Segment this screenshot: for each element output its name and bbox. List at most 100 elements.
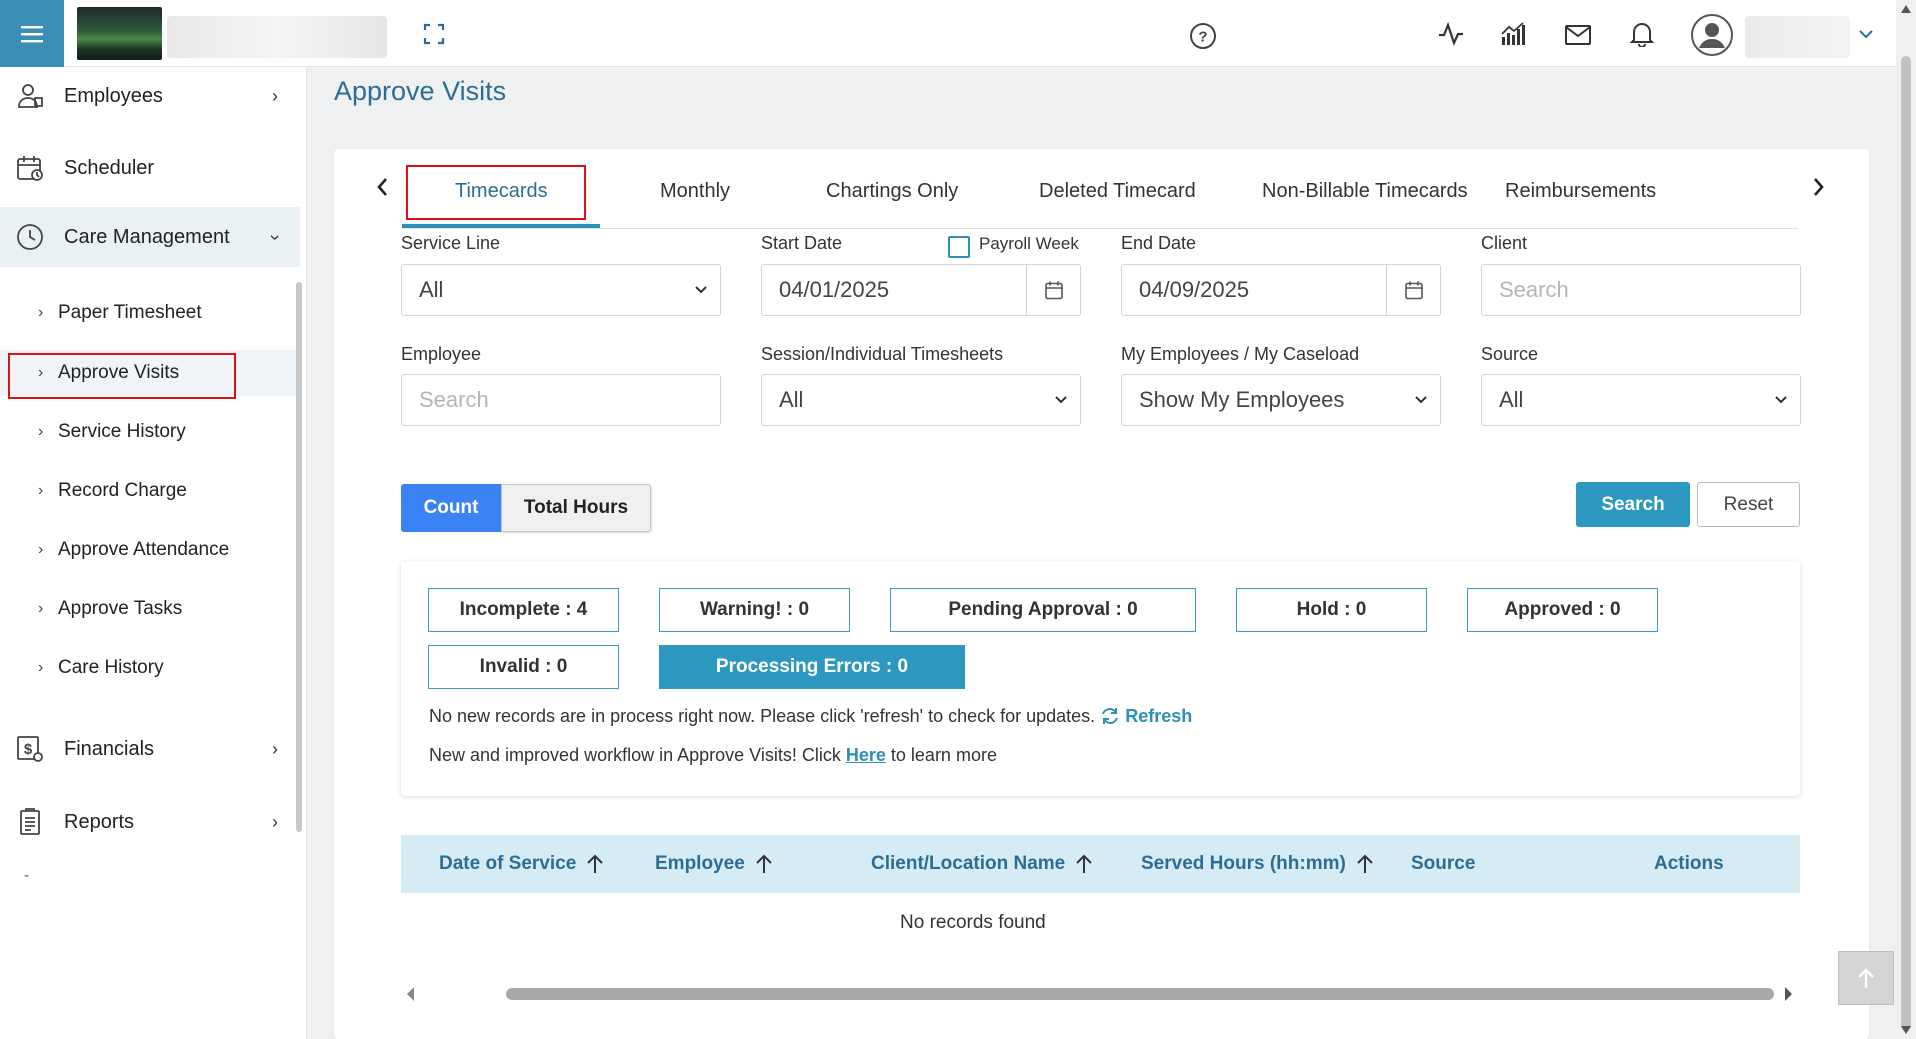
chevron-right-icon: › <box>38 659 44 676</box>
payroll-week-checkbox[interactable] <box>948 236 970 258</box>
end-date-input[interactable]: 04/09/2025 <box>1121 264 1441 316</box>
sidebar-subitem-care-history[interactable]: › Care History <box>0 645 296 691</box>
horizontal-scrollbar-thumb[interactable] <box>506 988 1774 1000</box>
start-date-input[interactable]: 04/01/2025 <box>761 264 1081 316</box>
calendar-icon <box>17 156 43 181</box>
sidebar-item-scheduler[interactable]: Scheduler <box>0 139 300 197</box>
end-date-calendar-button[interactable] <box>1386 265 1440 315</box>
back-to-top-button[interactable] <box>1838 951 1894 1005</box>
analytics-icon[interactable] <box>1498 19 1528 49</box>
tab-reimbursements[interactable]: Reimbursements <box>1505 180 1656 203</box>
mail-icon[interactable] <box>1562 20 1594 50</box>
bell-icon[interactable] <box>1626 18 1658 50</box>
status-warning-button[interactable]: Warning! : 0 <box>659 588 850 632</box>
chevron-right-icon: › <box>38 541 44 558</box>
fullscreen-icon[interactable] <box>418 20 450 48</box>
client-label: Client <box>1481 233 1528 253</box>
sidebar-subitem-approve-tasks[interactable]: › Approve Tasks <box>0 586 296 632</box>
column-header-source[interactable]: Source <box>1411 853 1475 875</box>
service-line-label: Service Line <box>401 233 501 253</box>
scroll-down-arrow-icon[interactable] <box>1900 1025 1912 1035</box>
annotation-highlight-box <box>8 353 236 399</box>
sidebar-item-financials[interactable]: $ Financials › <box>0 720 300 778</box>
tab-monthly[interactable]: Monthly <box>660 180 730 203</box>
count-toggle-button[interactable]: Count <box>401 484 501 532</box>
search-button[interactable]: Search <box>1576 482 1690 527</box>
menu-button[interactable] <box>0 0 64 67</box>
sidebar-more-indicator: - <box>24 867 30 884</box>
total-hours-toggle-button[interactable]: Total Hours <box>501 484 651 532</box>
sidebar-subitem-approve-attendance[interactable]: › Approve Attendance <box>0 527 296 573</box>
sidebar-subitem-label: Approve Attendance <box>58 539 230 560</box>
caseload-select[interactable]: Show My Employees <box>1121 374 1441 426</box>
chevron-down-icon[interactable] <box>1856 24 1876 44</box>
chevron-down-icon <box>1775 396 1787 404</box>
refresh-link[interactable]: Refresh <box>1100 706 1192 726</box>
source-select[interactable]: All <box>1481 374 1801 426</box>
tab-non-billable-timecards[interactable]: Non-Billable Timecards <box>1262 180 1468 203</box>
chevron-right-icon: › <box>38 600 44 617</box>
chevron-right-icon <box>1814 178 1824 196</box>
status-hold-button[interactable]: Hold : 0 <box>1236 588 1427 632</box>
user-avatar-icon[interactable] <box>1690 13 1734 57</box>
tab-chartings-only[interactable]: Chartings Only <box>826 180 958 203</box>
sort-ascending-icon <box>587 854 604 873</box>
sidebar-item-care-management[interactable]: Care Management › <box>0 207 300 267</box>
tabs-scroll-left-button[interactable] <box>375 176 389 198</box>
sidebar-item-label: Care Management <box>64 225 230 248</box>
help-icon[interactable]: ? <box>1188 21 1218 51</box>
username-redacted <box>1745 16 1850 58</box>
sidebar-scrollbar[interactable] <box>296 282 302 832</box>
sidebar-subitem-label: Approve Tasks <box>58 598 183 619</box>
sidebar-subitem-record-charge[interactable]: › Record Charge <box>0 468 296 514</box>
column-header-label: Source <box>1411 853 1476 874</box>
activity-icon[interactable] <box>1436 19 1466 49</box>
clock-icon <box>17 224 43 250</box>
column-header-date-of-service[interactable]: Date of Service <box>439 853 604 875</box>
workflow-message-post: to learn more <box>890 745 997 765</box>
sidebar: Employees › Scheduler Care Management › … <box>0 67 307 1039</box>
tabs-divider <box>402 228 1798 229</box>
refresh-message-text: No new records are in process right now.… <box>429 706 1096 726</box>
status-pending-approval-button[interactable]: Pending Approval : 0 <box>890 588 1196 632</box>
sidebar-item-label: Scheduler <box>64 156 155 179</box>
company-logo <box>77 7 162 60</box>
sort-ascending-icon <box>1076 854 1092 873</box>
sidebar-item-reports[interactable]: Reports › <box>0 793 300 851</box>
status-approved-button[interactable]: Approved : 0 <box>1467 588 1658 632</box>
scroll-left-arrow-icon[interactable] <box>406 986 416 1002</box>
page-scrollbar-thumb[interactable] <box>1901 56 1911 1031</box>
organization-name-redacted <box>167 16 387 58</box>
column-header-employee[interactable]: Employee <box>655 853 773 875</box>
end-date-value: 04/09/2025 <box>1139 277 1250 302</box>
scroll-right-arrow-icon[interactable] <box>1783 986 1793 1002</box>
svg-text:?: ? <box>1198 29 1207 46</box>
service-line-select[interactable]: All <box>401 264 721 316</box>
client-search-input[interactable]: Search <box>1481 264 1801 316</box>
column-header-client-location[interactable]: Client/Location Name <box>871 853 1093 875</box>
chevron-down-icon: › <box>265 234 286 240</box>
tab-deleted-timecard[interactable]: Deleted Timecard <box>1039 180 1196 203</box>
sidebar-subitem-paper-timesheet[interactable]: › Paper Timesheet <box>0 290 296 336</box>
chevron-down-icon <box>1415 396 1427 404</box>
chevron-down-icon <box>1055 396 1067 404</box>
column-header-label: Date of Service <box>439 853 577 874</box>
scroll-up-arrow-icon[interactable] <box>1900 4 1912 14</box>
tabs-scroll-right-button[interactable] <box>1812 176 1826 198</box>
start-date-calendar-button[interactable] <box>1026 265 1080 315</box>
start-date-label: Start Date <box>761 233 843 253</box>
session-select[interactable]: All <box>761 374 1081 426</box>
learn-more-here-link[interactable]: Here <box>846 745 886 765</box>
sidebar-item-employees[interactable]: Employees › <box>0 67 300 125</box>
sidebar-subitem-label: Record Charge <box>58 480 187 501</box>
sort-ascending-icon <box>756 854 772 873</box>
status-invalid-button[interactable]: Invalid : 0 <box>428 645 619 689</box>
employee-search-input[interactable]: Search <box>401 374 721 426</box>
chevron-right-icon: › <box>38 482 44 499</box>
status-processing-errors-button[interactable]: Processing Errors : 0 <box>659 645 965 689</box>
sidebar-subitem-service-history[interactable]: › Service History <box>0 409 296 455</box>
status-incomplete-button[interactable]: Incomplete : 4 <box>428 588 619 632</box>
reset-button[interactable]: Reset <box>1697 482 1800 527</box>
column-header-served-hours[interactable]: Served Hours (hh:mm) <box>1141 853 1374 875</box>
chevron-right-icon: › <box>38 423 44 440</box>
